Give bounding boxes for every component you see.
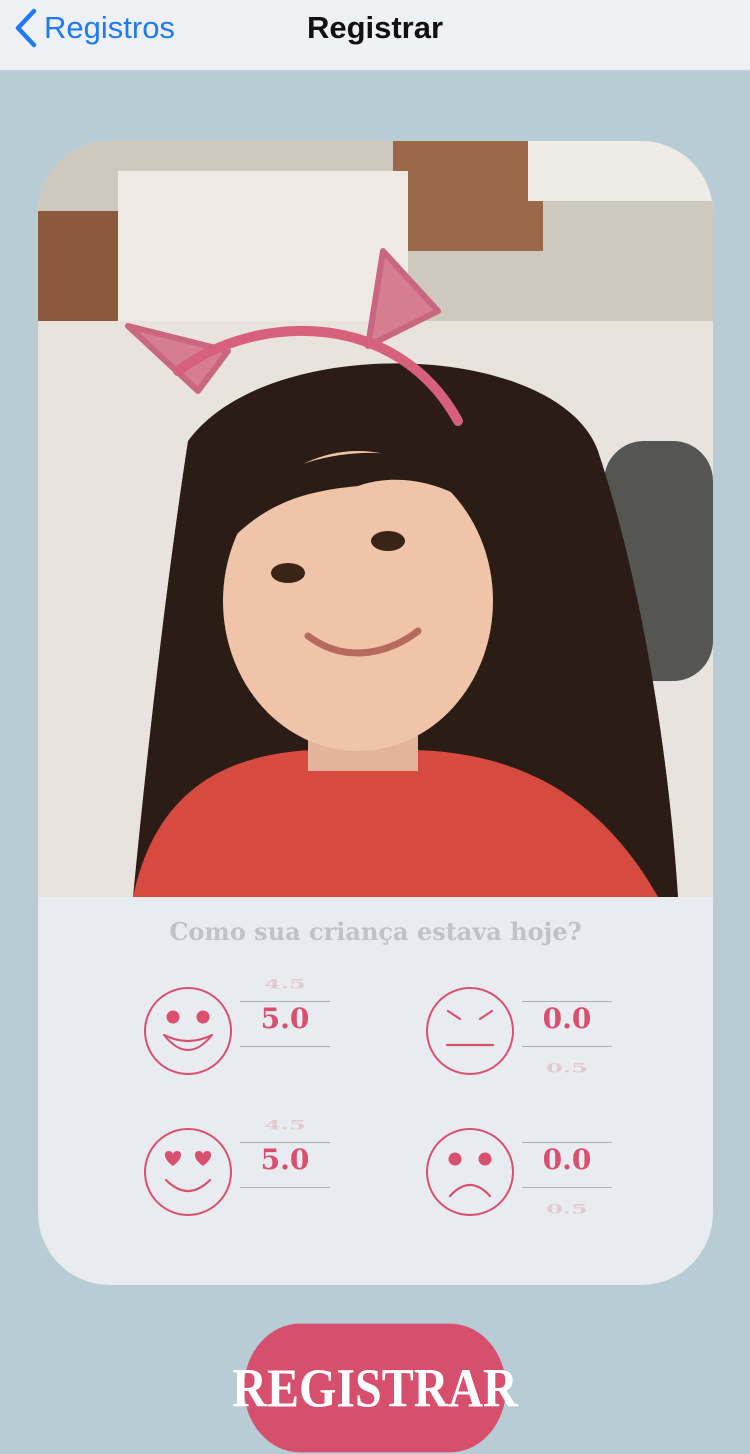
picker-previous-value: 4.5 — [264, 1116, 306, 1133]
picker-divider — [522, 1187, 612, 1188]
picker-selected-value: 5.0 — [260, 1002, 310, 1035]
child-photo[interactable] — [38, 141, 713, 897]
rating-sad: 0.0 0.5 — [424, 1116, 614, 1226]
rating-happy: 4.5 5.0 — [142, 975, 332, 1085]
sad-face-icon — [426, 1128, 514, 1216]
picker-previous-value: 4.5 — [264, 975, 306, 992]
happy-face-icon — [144, 987, 232, 1075]
rating-in-love: 4.5 5.0 — [142, 1116, 332, 1226]
heart-eyes-face-icon — [144, 1128, 232, 1216]
picker-next-value: 0.5 — [546, 1200, 588, 1217]
chevron-left-icon — [15, 8, 37, 48]
picker-selected-value: 0.0 — [542, 1143, 592, 1176]
rating-annoyed-picker[interactable]: 0.0 0.5 — [522, 975, 612, 1085]
record-card: Como sua criança estava hoje? 4.5 5.0 0.… — [38, 141, 713, 1285]
rating-happy-picker[interactable]: 4.5 5.0 — [240, 975, 330, 1085]
back-button-label: Registros — [44, 10, 175, 45]
rating-sad-picker[interactable]: 0.0 0.5 — [522, 1116, 612, 1226]
back-button[interactable]: Registros — [14, 8, 175, 48]
rating-annoyed: 0.0 0.5 — [424, 975, 614, 1085]
rating-in-love-picker[interactable]: 4.5 5.0 — [240, 1116, 330, 1226]
picker-divider — [240, 1046, 330, 1047]
mood-question: Como sua criança estava hoje? — [169, 917, 582, 946]
picker-next-value: 0.5 — [546, 1059, 588, 1076]
register-button[interactable]: REGISTRAR — [232, 1323, 518, 1453]
picker-selected-value: 0.0 — [542, 1002, 592, 1035]
annoyed-face-icon — [426, 987, 514, 1075]
navigation-bar: Registros Registrar — [0, 0, 750, 71]
child-photo-illustration — [38, 141, 713, 897]
picker-divider — [240, 1187, 330, 1188]
picker-divider — [522, 1046, 612, 1047]
picker-selected-value: 5.0 — [260, 1143, 310, 1176]
